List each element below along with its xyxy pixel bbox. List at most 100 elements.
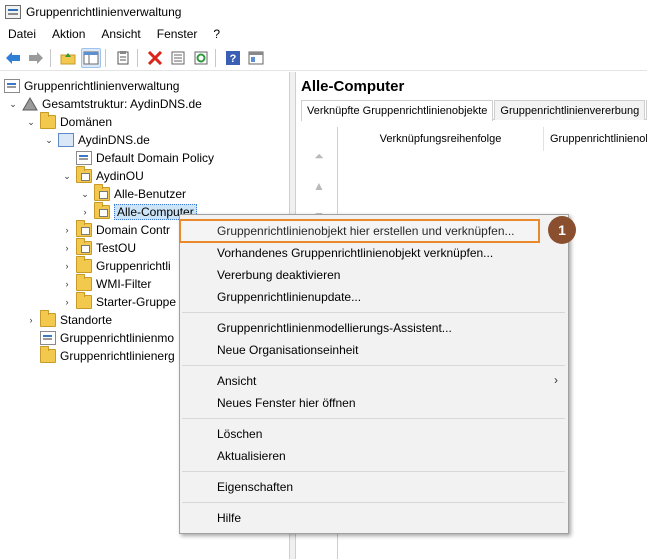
toolbar-separator: [215, 48, 216, 67]
tree-item-domain[interactable]: ⌄ AydinDNS.de: [44, 131, 150, 149]
folder-icon: [40, 310, 56, 327]
tree-label: Alle-Benutzer: [114, 187, 187, 201]
ou-icon: [94, 184, 110, 201]
svg-text:?: ?: [230, 53, 237, 65]
back-icon[interactable]: [3, 48, 23, 68]
ou-icon: [76, 238, 92, 255]
tree-item-results[interactable]: Gruppenrichtlinienerg: [40, 346, 175, 365]
title-bar: Gruppenrichtlinienverwaltung: [0, 0, 647, 24]
properties-icon[interactable]: [168, 48, 188, 68]
tree-label: WMI-Filter: [96, 277, 152, 291]
column-header-gpo[interactable]: Gruppenrichtlinienobj: [544, 127, 647, 151]
menu-item-gp-update[interactable]: Gruppenrichtlinienupdate...: [217, 287, 361, 307]
tree-item-domains[interactable]: ⌄ Domänen: [26, 112, 113, 131]
chevron-right-icon[interactable]: ›: [62, 225, 72, 235]
menu-item-delete[interactable]: Löschen: [217, 424, 262, 444]
window-title: Gruppenrichtlinienverwaltung: [26, 5, 182, 19]
tree-label: Gesamtstruktur: AydinDNS.de: [42, 97, 202, 111]
chevron-right-icon[interactable]: ›: [62, 279, 72, 289]
tree-item-starter-gpos[interactable]: › Starter-Gruppe: [62, 292, 177, 311]
show-hide-tree-icon[interactable]: [81, 47, 101, 68]
menu-fenster[interactable]: Fenster: [149, 24, 206, 44]
app-icon: [5, 5, 21, 19]
menu-separator: [182, 365, 565, 366]
tree-item-gpos[interactable]: › Gruppenrichtli: [62, 256, 171, 275]
move-top-icon[interactable]: ⏶: [311, 148, 327, 164]
tree-label: Gruppenrichtli: [96, 259, 171, 273]
chevron-down-icon[interactable]: ⌄: [62, 171, 72, 181]
tree-label: Domänen: [60, 115, 113, 129]
menu-item-refresh[interactable]: Aktualisieren: [217, 446, 286, 466]
ou-icon: [76, 166, 92, 183]
menu-separator: [182, 312, 565, 313]
move-up-icon[interactable]: ▲: [311, 178, 327, 194]
tree-label: Domain Contr: [96, 223, 171, 237]
menu-item-block-inheritance[interactable]: Vererbung deaktivieren: [217, 265, 340, 285]
forward-icon[interactable]: [26, 48, 46, 68]
tree-label: AydinDNS.de: [78, 133, 150, 147]
folder-icon: [76, 292, 92, 309]
tab-strip: Verknüpfte Gruppenrichtlinienobjekte Gru…: [301, 100, 647, 121]
folder-icon: [76, 256, 92, 273]
tree-label: Starter-Gruppe: [96, 295, 177, 309]
menu-item-properties[interactable]: Eigenschaften: [217, 477, 293, 497]
chevron-right-icon[interactable]: ›: [26, 315, 36, 325]
menu-item-view-label: Ansicht: [217, 374, 257, 388]
clipboard-icon[interactable]: [113, 48, 133, 68]
gpo-link-icon: [76, 151, 92, 165]
tree-item-aydinou[interactable]: ⌄ AydinOU: [62, 166, 144, 185]
folder-icon: [40, 112, 56, 129]
menu-ansicht[interactable]: Ansicht: [93, 24, 148, 44]
chevron-right-icon: ›: [554, 373, 558, 387]
tree-item-root[interactable]: Gruppenrichtlinienverwaltung: [4, 77, 179, 95]
toolbar-separator: [137, 48, 138, 67]
results-icon: [40, 346, 56, 363]
chevron-right-icon[interactable]: ›: [80, 207, 90, 217]
annotation-highlight: [179, 219, 540, 243]
menu-item-new-ou[interactable]: Neue Organisationseinheit: [217, 340, 358, 360]
chevron-right-icon[interactable]: ›: [62, 243, 72, 253]
tree-item-forest[interactable]: ⌄ Gesamtstruktur: AydinDNS.de: [8, 95, 202, 113]
tree-item-modeling[interactable]: Gruppenrichtlinienmo: [40, 329, 174, 347]
menu-item-link-existing-gpo[interactable]: Vorhandenes Gruppenrichtlinienobjekt ver…: [217, 243, 493, 263]
menu-separator: [182, 418, 565, 419]
menu-bar: Datei Aktion Ansicht Fenster ?: [0, 24, 647, 44]
chevron-down-icon[interactable]: ⌄: [80, 189, 90, 199]
tree-item-alle-benutzer[interactable]: ⌄ Alle-Benutzer: [80, 184, 187, 203]
menu-item-view[interactable]: Ansicht: [217, 371, 557, 391]
menu-separator: [182, 471, 565, 472]
tree-label: TestOU: [96, 241, 137, 255]
ou-icon: [94, 202, 110, 219]
tree-item-testou[interactable]: › TestOU: [62, 238, 137, 257]
tree-item-domain-controllers[interactable]: › Domain Contr: [62, 220, 171, 239]
gpmc-icon: [4, 79, 20, 93]
menu-item-modeling-wizard[interactable]: Gruppenrichtlinienmodellierungs-Assisten…: [217, 318, 452, 338]
chevron-right-icon[interactable]: ›: [62, 261, 72, 271]
chevron-down-icon[interactable]: ⌄: [44, 135, 54, 145]
menu-item-new-window[interactable]: Neues Fenster hier öffnen: [217, 393, 356, 413]
chevron-down-icon[interactable]: ⌄: [8, 99, 18, 109]
menu-datei[interactable]: Datei: [0, 24, 44, 44]
tree-label: Gruppenrichtlinienerg: [60, 349, 175, 363]
refresh-icon[interactable]: [191, 48, 211, 68]
delete-icon[interactable]: [145, 48, 165, 68]
page-title: Alle-Computer: [301, 78, 405, 95]
column-header-link-order[interactable]: Verknüpfungsreihenfolge: [338, 127, 544, 151]
forest-icon: [22, 97, 38, 111]
tree-item-sites[interactable]: › Standorte: [26, 310, 112, 329]
chevron-right-icon[interactable]: ›: [62, 297, 72, 307]
menu-aktion[interactable]: Aktion: [44, 24, 93, 44]
menu-item-help[interactable]: Hilfe: [217, 508, 241, 528]
console-icon[interactable]: [246, 48, 266, 68]
tree-item-default-policy[interactable]: Default Domain Policy: [76, 149, 214, 167]
chevron-down-icon[interactable]: ⌄: [26, 117, 36, 127]
tree-label: Gruppenrichtlinienverwaltung: [24, 79, 180, 93]
up-folder-icon[interactable]: [58, 48, 78, 68]
tab-inheritance[interactable]: Gruppenrichtlinienvererbung: [494, 100, 646, 120]
ou-icon: [76, 220, 92, 237]
menu-help[interactable]: ?: [205, 24, 228, 44]
help-icon[interactable]: ?: [223, 48, 243, 68]
tree-item-wmi-filter[interactable]: › WMI-Filter: [62, 274, 152, 293]
domain-icon: [58, 133, 74, 147]
tab-linked-gpos[interactable]: Verknüpfte Gruppenrichtlinienobjekte: [301, 100, 494, 121]
